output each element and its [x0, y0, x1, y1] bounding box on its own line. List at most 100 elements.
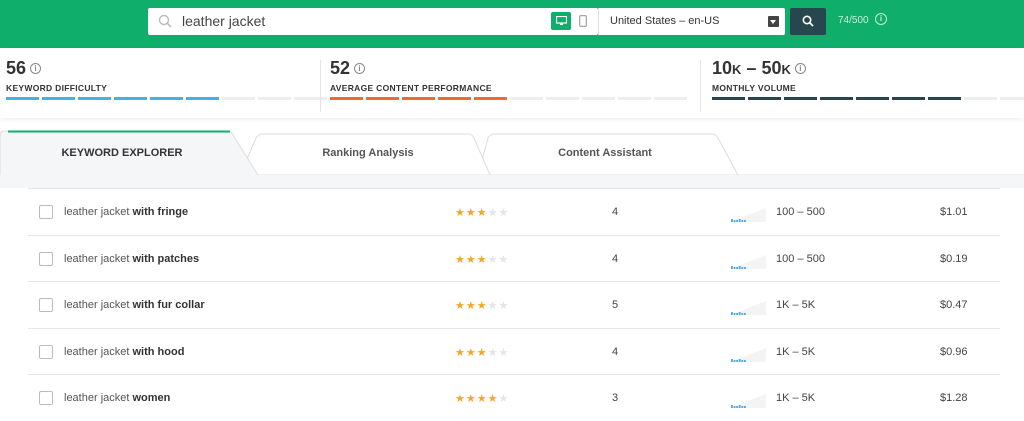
monthly-volume-bar — [712, 97, 1024, 100]
star-empty-icon: ★ — [487, 300, 499, 312]
info-icon[interactable]: i — [30, 63, 42, 74]
search-icon — [802, 15, 814, 27]
bar-segment — [258, 97, 291, 100]
bar-segment — [78, 97, 111, 100]
table-row[interactable]: leather jacket with fringe ★★★★★ 4 100 –… — [28, 188, 1000, 235]
results-cell: 4 — [612, 252, 619, 265]
locale-value: United States – en-US — [610, 15, 720, 27]
results-cell: 3 — [612, 392, 619, 404]
volume-cell: 100 – 500 — [776, 206, 825, 218]
volume-cell: 1K – 5K — [776, 299, 816, 311]
star-filled-icon: ★ — [487, 393, 499, 405]
table-row[interactable]: leather jacket with patches ★★★★★ 4 100 … — [28, 234, 1000, 282]
star-filled-icon: ★ — [476, 207, 488, 219]
monthly-volume-value: 10K – 50K — [712, 58, 791, 78]
keyword-difficulty-label: KEYWORD DIFFICULTY — [6, 83, 108, 93]
volume-cell: 1K – 5K — [776, 345, 816, 358]
bar-segment — [618, 97, 651, 100]
bar-segment — [748, 97, 781, 100]
results-cell: 4 — [612, 345, 619, 358]
difficulty-stars: ★★★★★ — [455, 392, 509, 405]
keyword-cell[interactable]: leather jacket with hood — [64, 346, 184, 358]
star-empty-icon: ★ — [498, 207, 510, 219]
search-box[interactable]: leather jacket — [148, 8, 598, 35]
search-button[interactable] — [790, 8, 826, 35]
results-cell: 5 — [612, 299, 619, 311]
search-icon — [158, 14, 172, 28]
bar-segment — [784, 97, 817, 100]
info-icon[interactable]: i — [875, 13, 887, 25]
star-empty-icon: ★ — [498, 253, 510, 266]
bar-segment — [186, 97, 219, 100]
star-empty-icon: ★ — [498, 346, 510, 359]
difficulty-stars: ★★★★★ — [455, 346, 509, 359]
table-row[interactable]: leather jacket women ★★★★★ 3 1K – 5K $1.… — [28, 374, 1000, 421]
row-checkbox[interactable] — [39, 298, 53, 312]
keyword-difficulty-value: 56 — [6, 58, 27, 78]
keyword-cell[interactable]: leather jacket with fringe — [64, 206, 188, 218]
mobile-icon[interactable] — [576, 12, 590, 30]
star-filled-icon: ★ — [476, 393, 488, 405]
keyword-difficulty-bar — [6, 97, 363, 100]
bar-segment — [546, 97, 579, 100]
star-filled-icon: ★ — [465, 346, 477, 359]
keyword-cell[interactable]: leather jacket with fur collar — [64, 299, 205, 311]
bar-segment — [1000, 97, 1024, 100]
row-checkbox[interactable] — [39, 205, 53, 219]
info-icon[interactable]: i — [354, 63, 366, 74]
info-icon[interactable]: i — [794, 63, 806, 74]
content-performance-value: 52 — [330, 58, 351, 78]
bar-segment — [6, 97, 39, 100]
volume-cell: 100 – 500 — [776, 252, 825, 265]
cpc-cell: $0.47 — [940, 299, 968, 311]
locale-select[interactable]: United States – en-US — [598, 8, 785, 35]
trend-sparkline — [730, 347, 766, 362]
tab-content-assistant[interactable]: Content Assistant — [480, 130, 730, 175]
difficulty-stars: ★★★★★ — [455, 253, 509, 266]
star-filled-icon: ★ — [465, 207, 477, 219]
bar-segment — [892, 97, 925, 100]
content-performance-label: AVERAGE CONTENT PERFORMANCE — [330, 83, 492, 93]
star-filled-icon: ★ — [455, 207, 466, 219]
star-filled-icon: ★ — [476, 300, 488, 312]
star-filled-icon: ★ — [476, 346, 488, 359]
volume-cell: 1K – 5K — [776, 392, 816, 404]
bar-segment — [712, 97, 745, 100]
star-filled-icon: ★ — [476, 253, 488, 266]
bar-segment — [222, 97, 255, 100]
row-checkbox[interactable] — [39, 344, 53, 359]
bar-segment — [42, 97, 75, 100]
star-empty-icon: ★ — [487, 346, 499, 359]
quota-counter: 74/500 — [838, 15, 869, 26]
trend-sparkline — [730, 394, 766, 408]
star-filled-icon: ★ — [455, 393, 466, 405]
keyword-cell[interactable]: leather jacket women — [64, 392, 170, 404]
table-row[interactable]: leather jacket with hood ★★★★★ 4 1K – 5K… — [28, 327, 1000, 375]
cpc-cell: $0.19 — [940, 252, 968, 265]
table-row[interactable]: leather jacket with fur collar ★★★★★ 5 1… — [28, 281, 1000, 328]
caret-down-icon — [768, 16, 779, 27]
search-input[interactable]: leather jacket — [182, 13, 265, 29]
table-header-band — [0, 175, 1024, 188]
top-bar: leather jacket United States – en-US 74/… — [0, 0, 1024, 48]
tab-ranking-analysis[interactable]: Ranking Analysis — [248, 130, 488, 175]
bar-segment — [510, 97, 543, 100]
cpc-cell: $1.01 — [940, 206, 968, 218]
row-checkbox[interactable] — [39, 391, 53, 405]
difficulty-stars: ★★★★★ — [455, 206, 509, 219]
tab-label: KEYWORD EXPLORER — [61, 146, 183, 159]
star-empty-icon: ★ — [498, 393, 510, 405]
star-filled-icon: ★ — [465, 300, 477, 312]
bar-segment — [366, 97, 399, 100]
row-checkbox[interactable] — [39, 251, 53, 266]
desktop-icon[interactable] — [551, 12, 571, 30]
bar-segment — [438, 97, 471, 100]
star-filled-icon: ★ — [465, 393, 477, 405]
divider — [320, 60, 321, 112]
bar-segment — [856, 97, 889, 100]
star-empty-icon: ★ — [487, 253, 499, 266]
star-filled-icon: ★ — [465, 253, 477, 266]
tab-keyword-explorer[interactable]: KEYWORD EXPLORER — [0, 130, 244, 175]
bar-segment — [820, 97, 853, 100]
keyword-cell[interactable]: leather jacket with patches — [64, 253, 199, 265]
